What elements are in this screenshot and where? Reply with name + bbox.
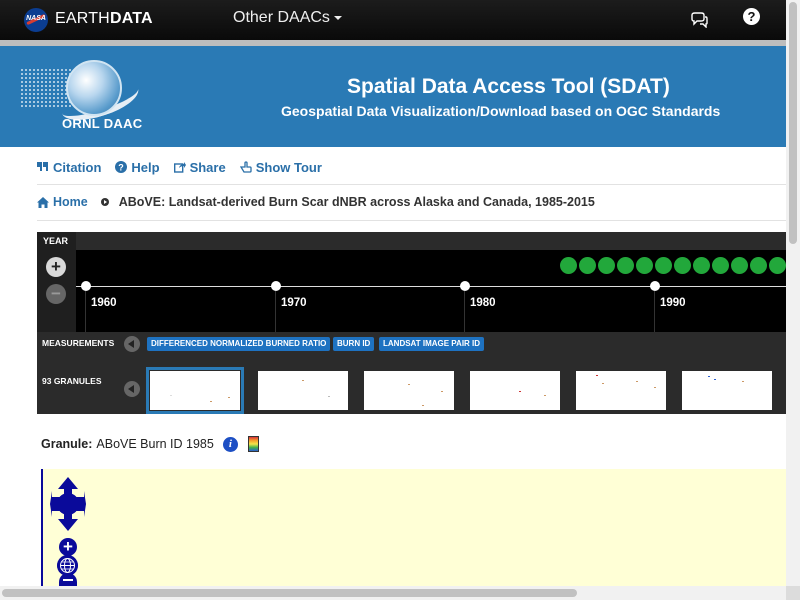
- question-circle-icon: ?: [115, 161, 128, 173]
- svg-text:?: ?: [119, 163, 125, 173]
- other-daacs-dropdown[interactable]: Other DAACs: [233, 9, 342, 27]
- page-viewport: NASA EARTHDATA Other DAACs ? ORNL DAAC S…: [0, 0, 786, 586]
- timeline-tick-1980[interactable]: [460, 281, 470, 291]
- timeline-zoom-in-button[interactable]: +: [46, 257, 66, 277]
- earthdata-brand[interactable]: EARTHDATA: [55, 10, 153, 28]
- granule-year-dot[interactable]: [712, 257, 729, 274]
- citation-link[interactable]: Citation: [37, 158, 101, 176]
- timeline-year-label: 1970: [281, 297, 307, 309]
- granule-label: Granule:: [41, 437, 93, 451]
- granule-year-dot[interactable]: [598, 257, 615, 274]
- app-subtitle: Geospatial Data Visualization/Download b…: [281, 103, 721, 119]
- nasa-logo-text: NASA: [26, 15, 46, 22]
- granule-year-dot[interactable]: [750, 257, 767, 274]
- map-viewer[interactable]: +: [41, 469, 786, 586]
- brand-bold-text: DATA: [109, 10, 153, 27]
- earthdata-top-bar: NASA EARTHDATA Other DAACs ?: [0, 0, 786, 40]
- horizontal-scrollbar[interactable]: [0, 586, 786, 600]
- ornl-globe-logo-icon[interactable]: [66, 60, 122, 116]
- granule-thumbnail[interactable]: [682, 371, 772, 410]
- vertical-scrollbar[interactable]: [786, 0, 800, 586]
- share-label: Share: [189, 159, 226, 175]
- toolbar-links: Citation ? Help Share Show Tour: [37, 158, 322, 176]
- map-zoom-in-button[interactable]: +: [59, 538, 77, 556]
- color-legend-icon[interactable]: [247, 436, 259, 452]
- breadcrumb-home-link[interactable]: Home: [37, 195, 88, 209]
- nasa-logo-icon[interactable]: NASA: [24, 8, 48, 32]
- measurements-label: MEASUREMENTS: [42, 338, 115, 348]
- granule-year-dot[interactable]: [636, 257, 653, 274]
- timeline-tick-1990[interactable]: [650, 281, 660, 291]
- granule-name: ABoVE Burn ID 1985: [96, 437, 214, 451]
- timeline-axis-line: [76, 286, 786, 287]
- timeline-year-label: 1960: [91, 297, 117, 309]
- granule-year-dot[interactable]: [655, 257, 672, 274]
- breadcrumb-current-dataset: ABoVE: Landsat-derived Burn Scar dNBR ac…: [118, 195, 595, 209]
- help-question-icon[interactable]: ?: [743, 8, 760, 25]
- sdat-banner: ORNL DAAC Spatial Data Access Tool (SDAT…: [0, 46, 786, 147]
- info-icon[interactable]: i: [222, 436, 238, 452]
- vertical-scrollbar-thumb[interactable]: [789, 2, 797, 244]
- granules-prev-arrow-icon[interactable]: [124, 381, 140, 397]
- breadcrumb: Home ABoVE: Landsat-derived Burn Scar dN…: [37, 195, 595, 209]
- share-icon: [173, 162, 186, 173]
- measurement-image-pair-pill[interactable]: LANDSAT IMAGE PAIR ID: [379, 337, 485, 351]
- timeline-year-label: 1990: [660, 297, 686, 309]
- ornl-daac-label[interactable]: ORNL DAAC: [62, 116, 142, 131]
- granules-count-label: 93 GRANULES: [42, 376, 102, 386]
- map-zoom-out-button[interactable]: [59, 573, 77, 586]
- home-icon: [37, 196, 49, 208]
- breadcrumb-home-label: Home: [53, 195, 88, 209]
- quote-icon: [37, 162, 48, 171]
- granule-info-row: Granule: ABoVE Burn ID 1985 i: [41, 436, 259, 452]
- divider: [37, 184, 786, 185]
- granule-year-dot[interactable]: [731, 257, 748, 274]
- show-tour-label: Show Tour: [255, 159, 322, 175]
- citation-label: Citation: [53, 159, 102, 175]
- show-tour-link[interactable]: Show Tour: [239, 158, 322, 176]
- granule-year-dot[interactable]: [579, 257, 596, 274]
- granule-thumbnail[interactable]: [576, 371, 666, 410]
- help-label: Help: [131, 159, 160, 175]
- measurement-burn-id-pill[interactable]: BURN ID: [333, 337, 375, 351]
- timeline-tick-1960[interactable]: [81, 281, 91, 291]
- measurement-dnbr-pill[interactable]: DIFFERENCED NORMALIZED BURNED RATIO: [147, 337, 331, 351]
- granule-year-dot[interactable]: [560, 257, 577, 274]
- granule-year-dot[interactable]: [769, 257, 786, 274]
- app-title: Spatial Data Access Tool (SDAT): [347, 75, 670, 98]
- scrollbar-corner: [786, 586, 800, 600]
- timeline-tick-line: [85, 291, 86, 332]
- granule-year-dot[interactable]: [617, 257, 634, 274]
- measurements-prev-arrow-icon[interactable]: [124, 336, 140, 352]
- chat-bubbles-icon[interactable]: [690, 12, 708, 28]
- granule-thumbnail-selected[interactable]: [146, 367, 244, 414]
- timeline-year-label: 1980: [470, 297, 496, 309]
- granule-thumbnail[interactable]: [364, 371, 454, 410]
- chevron-right-circle-icon: [100, 198, 109, 206]
- timeline-zoom-out-button[interactable]: −: [46, 284, 66, 304]
- caret-down-icon: [333, 15, 342, 20]
- other-daacs-label: Other DAACs: [233, 9, 330, 26]
- granule-thumbnail[interactable]: [258, 371, 348, 410]
- timeline-track[interactable]: 1960 1970 1980 1990: [76, 250, 786, 332]
- year-label: YEAR: [43, 236, 69, 246]
- brand-light-text: EARTH: [55, 10, 110, 27]
- timeline-tick-line: [275, 291, 276, 332]
- granule-year-dot[interactable]: [674, 257, 691, 274]
- year-zoom-box: YEAR + −: [37, 232, 76, 332]
- granule-selector-panel: YEAR + − 1960 1970 1980 1990 MEASUREMENT…: [37, 232, 786, 414]
- divider: [37, 220, 786, 221]
- help-link[interactable]: ? Help: [115, 158, 160, 176]
- horizontal-scrollbar-thumb[interactable]: [2, 589, 577, 597]
- timeline-tick-line: [654, 291, 655, 332]
- granule-year-dot[interactable]: [693, 257, 710, 274]
- granule-thumbnail[interactable]: [470, 371, 560, 410]
- share-link[interactable]: Share: [173, 158, 226, 176]
- pan-arrows-icon[interactable]: [50, 477, 86, 531]
- timeline-tick-1970[interactable]: [271, 281, 281, 291]
- timeline-tick-line: [464, 291, 465, 332]
- hand-pointer-icon: [239, 161, 252, 173]
